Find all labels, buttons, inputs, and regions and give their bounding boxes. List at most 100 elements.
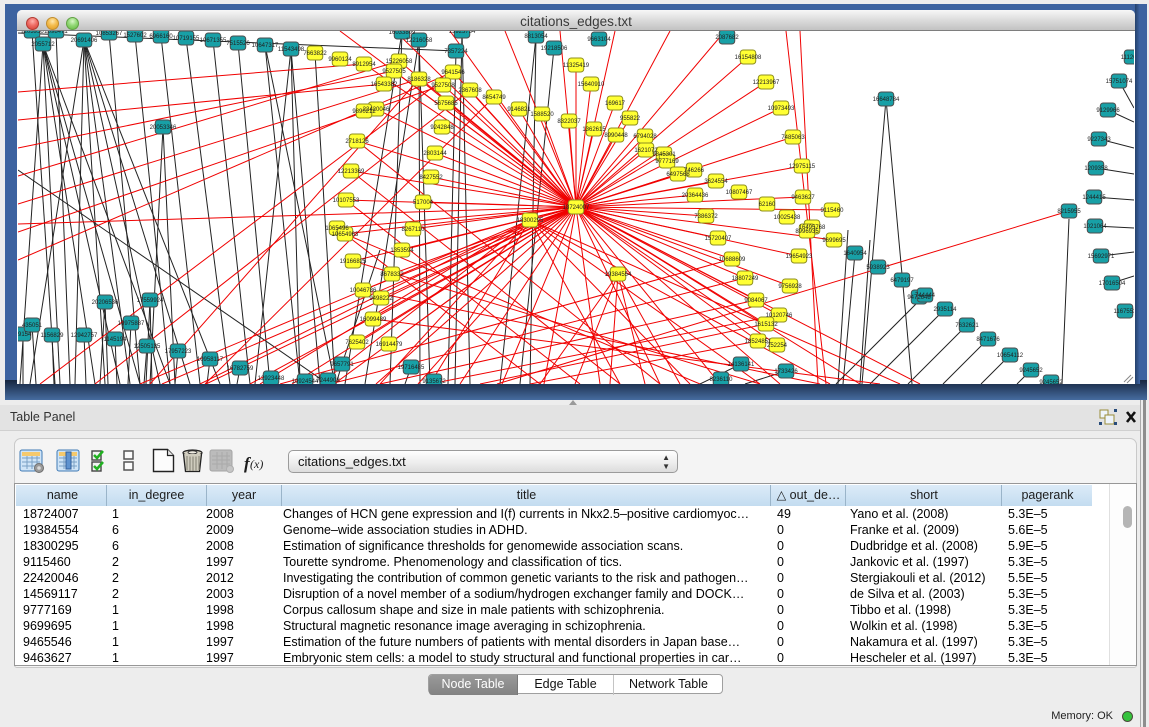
svg-text:9527505: 9527505 (382, 69, 406, 75)
svg-text:19218506: 19218506 (541, 46, 568, 52)
svg-text:1362615: 1362615 (582, 127, 606, 133)
svg-text:7625402: 7625402 (345, 340, 369, 346)
svg-text:7632621: 7632621 (955, 323, 979, 329)
svg-text:1640954: 1640954 (843, 251, 867, 257)
svg-text:6794028: 6794028 (633, 134, 657, 140)
svg-text:9641546: 9641546 (441, 70, 465, 76)
svg-text:19166825: 19166825 (340, 259, 367, 265)
svg-text:2803144: 2803144 (423, 151, 447, 157)
svg-text:12216058: 12216058 (406, 38, 433, 44)
svg-text:1167553: 1167553 (1114, 309, 1134, 315)
svg-text:10046786: 10046786 (350, 288, 377, 294)
svg-text:10107553: 10107553 (333, 198, 360, 204)
svg-text:12975115: 12975115 (789, 164, 816, 170)
svg-text:1203950: 1203950 (20, 31, 44, 35)
svg-text:16782759: 16782759 (227, 366, 254, 372)
svg-text:9777169: 9777169 (655, 159, 679, 165)
svg-text:1021064: 1021064 (1083, 224, 1107, 230)
svg-text:15720407: 15720407 (705, 236, 732, 242)
svg-text:62160: 62160 (759, 202, 776, 208)
svg-text:7244903: 7244903 (316, 378, 340, 384)
svg-text:10975887: 10975887 (118, 321, 145, 327)
svg-text:14136141: 14136141 (728, 362, 755, 368)
svg-text:12505135: 12505135 (134, 344, 161, 350)
svg-text:12923448: 12923448 (258, 376, 285, 382)
svg-text:9527508: 9527508 (431, 83, 455, 89)
svg-text:8427552: 8427552 (419, 175, 443, 181)
svg-text:8678332: 8678332 (380, 272, 404, 278)
svg-text:9890212: 9890212 (352, 109, 376, 115)
svg-text:17957223: 17957223 (165, 349, 192, 355)
svg-text:6479197: 6479197 (890, 278, 914, 284)
svg-text:19716485: 19716485 (398, 365, 425, 371)
svg-text:5938923: 5938923 (866, 265, 890, 271)
svg-text:8215955: 8215955 (1057, 209, 1081, 215)
svg-text:1156829: 1156829 (41, 333, 65, 339)
svg-text:8236110: 8236110 (710, 377, 734, 383)
svg-text:10688609: 10688609 (719, 257, 746, 263)
svg-text:8454749: 8454749 (482, 95, 506, 101)
svg-text:9463627: 9463627 (791, 195, 815, 201)
svg-text:1209358: 1209358 (1084, 166, 1108, 172)
svg-text:16099489: 16099489 (360, 317, 387, 323)
svg-text:2935114: 2935114 (934, 307, 958, 313)
svg-text:1733426: 1733426 (774, 369, 798, 375)
svg-text:1112043: 1112043 (1121, 55, 1134, 61)
svg-text:10120746: 10120746 (766, 313, 793, 319)
svg-text:18300295: 18300295 (517, 218, 544, 224)
svg-text:12213369: 12213369 (338, 169, 365, 175)
svg-text:10924544: 10924544 (292, 379, 319, 384)
svg-text:11325419: 11325419 (563, 63, 590, 69)
svg-text:19654923: 19654923 (786, 254, 813, 260)
svg-text:10853267: 10853267 (96, 31, 123, 37)
svg-text:7515526: 7515526 (226, 41, 250, 47)
svg-text:252254: 252254 (767, 343, 788, 349)
svg-text:9146821: 9146821 (507, 107, 531, 113)
svg-text:8996935: 8996935 (795, 229, 819, 235)
svg-text:744444: 744444 (915, 293, 936, 299)
svg-text:955822: 955822 (620, 116, 641, 122)
svg-text:9135672: 9135672 (422, 379, 446, 384)
svg-text:16914479: 16914479 (376, 342, 403, 348)
svg-text:9699695: 9699695 (822, 238, 846, 244)
svg-text:7485063: 7485063 (781, 135, 805, 141)
svg-text:18807249: 18807249 (732, 276, 759, 282)
svg-text:10973493: 10973493 (768, 106, 795, 112)
svg-text:1527602: 1527602 (123, 33, 147, 39)
svg-text:8990448: 8990448 (604, 133, 628, 139)
svg-text:2718126: 2718126 (345, 139, 369, 145)
svg-text:10025438: 10025438 (774, 215, 801, 221)
svg-text:9756928: 9756928 (778, 284, 802, 290)
svg-text:2087682: 2087682 (715, 35, 739, 41)
svg-text:9129966: 9129966 (1096, 108, 1120, 114)
svg-text:9960124: 9960124 (328, 57, 352, 63)
svg-text:10654112: 10654112 (997, 353, 1024, 359)
svg-text:9084067: 9084067 (744, 298, 768, 304)
svg-text:16648784: 16648784 (873, 97, 900, 103)
svg-text:17016504: 17016504 (1099, 281, 1126, 287)
svg-text:15692971: 15692971 (1088, 254, 1115, 260)
svg-text:746266: 746266 (684, 168, 705, 174)
svg-text:10958117: 10958117 (197, 357, 224, 363)
svg-text:8471676: 8471676 (976, 337, 1000, 343)
svg-text:9245652: 9245652 (1039, 380, 1063, 384)
svg-text:6966160: 6966160 (149, 34, 173, 40)
svg-text:9657791: 9657791 (330, 362, 354, 368)
svg-text:10719155: 10719155 (173, 36, 200, 42)
svg-text:15923754: 15923754 (449, 31, 476, 35)
svg-text:517004: 517004 (413, 200, 434, 206)
svg-text:1145194: 1145194 (104, 337, 128, 343)
svg-text:1615132: 1615132 (754, 322, 778, 328)
svg-text:39154: 39154 (18, 332, 32, 338)
svg-text:8912954: 8912954 (352, 62, 376, 68)
svg-text:9115460: 9115460 (821, 208, 845, 214)
svg-text:20364436: 20364436 (682, 193, 709, 199)
svg-text:15226058: 15226058 (386, 59, 413, 65)
svg-text:12942757: 12942757 (71, 333, 98, 339)
svg-text:8186328: 8186328 (407, 77, 431, 83)
svg-text:19384554: 19384554 (605, 272, 632, 278)
svg-text:12213967: 12213967 (753, 80, 780, 86)
svg-text:18724007: 18724007 (563, 205, 590, 211)
svg-text:(x): (x) (250, 457, 263, 471)
svg-text:2055712: 2055712 (31, 42, 55, 48)
